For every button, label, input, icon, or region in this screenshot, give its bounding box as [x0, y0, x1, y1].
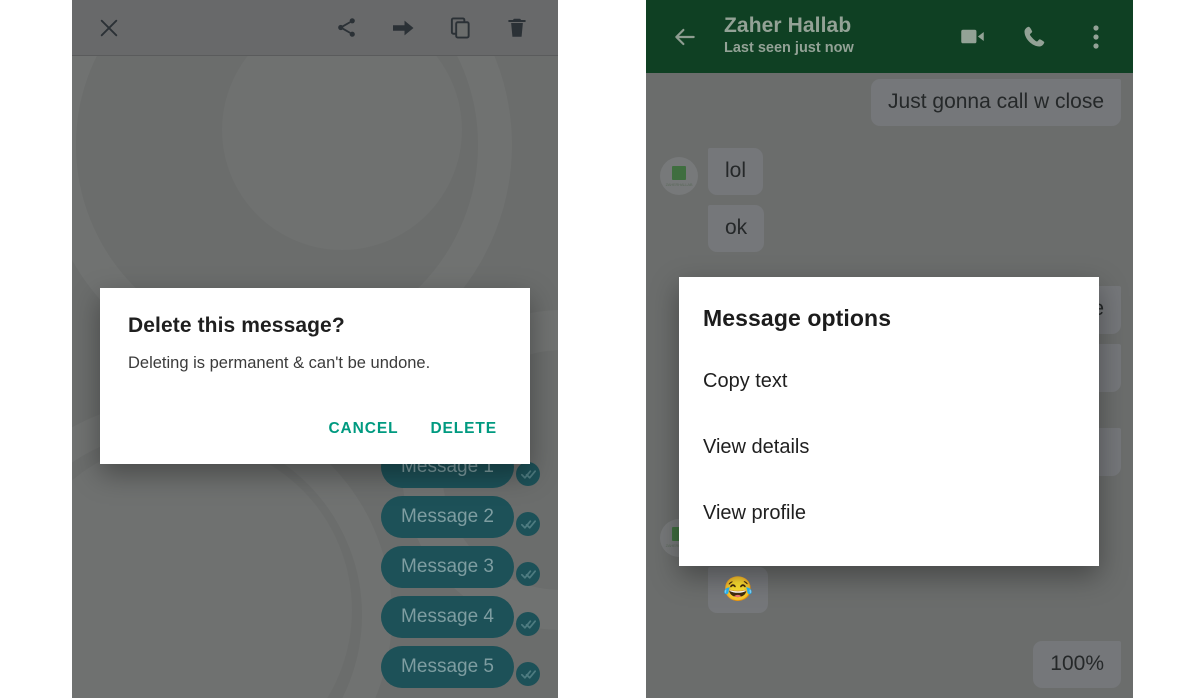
dialog-title: Message options: [703, 305, 892, 331]
delete-message-dialog: Delete this message? Deleting is permane…: [100, 288, 530, 465]
left-phone-panel: Message 1 Message 2 Message 3 Message 4: [72, 0, 558, 698]
menu-item-view-details[interactable]: View details: [679, 414, 1099, 480]
right-phone-panel: Just gonna call w close ZAHERHALLAB lol …: [646, 0, 1133, 698]
message-options-dialog: Message options Copy text View details V…: [679, 277, 1099, 566]
menu-item-view-profile[interactable]: View profile: [679, 480, 1099, 546]
dialog-actions: CANCEL DELETE: [128, 416, 502, 452]
dialog-title: Delete this message?: [128, 314, 345, 337]
dialog-menu-list: Copy text View details View profile: [679, 348, 1099, 546]
dialog-body-text: Deleting is permanent & can't be undone.: [128, 354, 431, 372]
menu-item-copy-text[interactable]: Copy text: [679, 348, 1099, 414]
screenshot-canvas: Message 1 Message 2 Message 3 Message 4: [0, 0, 1202, 698]
delete-button[interactable]: DELETE: [428, 416, 499, 442]
cancel-button[interactable]: CANCEL: [326, 416, 400, 442]
